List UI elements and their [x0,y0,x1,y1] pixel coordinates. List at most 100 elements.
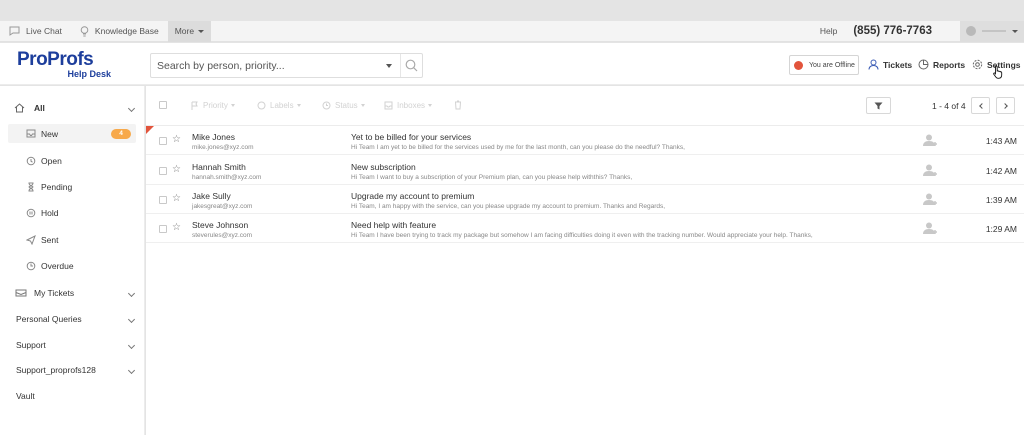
ticket-preview: Hi Team I want to buy a subscription of … [351,174,633,181]
filter-icon [874,102,883,109]
row-checkbox[interactable] [159,167,167,175]
ticket-preview: Hi Team I am yet to be billed for the se… [351,144,685,151]
sidebar-group-label: Support_proprofs128 [16,365,96,375]
tickets-label: Tickets [883,59,913,70]
labels-label: Labels [270,101,294,110]
ticket-subject: Upgrade my account to premium [351,191,475,201]
sidebar-item-new[interactable]: New 4 [8,124,136,143]
reports-label: Reports [933,59,966,70]
ticket-preview: Hi Team I have been trying to track my p… [351,232,813,239]
assign-agent-icon[interactable] [923,193,939,206]
sidebar: All New 4 Open Pending Hold Sent Overdue… [0,86,145,435]
sidebar-group-vault[interactable]: Vault [0,388,145,404]
ticket-row[interactable]: ☆ Steve Johnson steverules@xyz.com Need … [146,214,1024,243]
sidebar-group-support-proprofs128[interactable]: Support_proprofs128 [0,362,145,378]
ticket-time: 1:29 AM [985,224,1017,234]
hourglass-icon [28,182,34,192]
search-dropdown-icon[interactable] [386,63,392,68]
star-icon[interactable]: ☆ [172,193,181,204]
sidebar-group-my-tickets[interactable]: My Tickets [0,285,145,301]
knowledge-base-link[interactable]: Knowledge Base [71,21,168,42]
sidebar-item-open[interactable]: Open [0,153,145,169]
phone-number: (855) 776-7763 [853,25,932,37]
search-icon [405,59,418,72]
sidebar-item-label: Pending [41,182,73,192]
logo[interactable]: ProProfs Help Desk [17,50,117,79]
next-page-button[interactable] [996,97,1015,114]
inbox-icon [384,101,393,110]
reports-link[interactable]: Reports [918,59,965,70]
sidebar-item-all[interactable]: All [0,100,145,116]
help-link[interactable]: Help [820,26,837,36]
star-icon[interactable]: ☆ [172,222,181,233]
select-all-checkbox[interactable] [159,101,167,109]
assign-agent-icon[interactable] [923,164,939,177]
ticket-row[interactable]: ☆ Jake Sully jakesgreat@xyz.com Upgrade … [146,185,1024,214]
sidebar-group-personal-queries[interactable]: Personal Queries [0,311,145,327]
ticket-time: 1:39 AM [985,195,1017,205]
sidebar-item-pending[interactable]: Pending [0,179,145,195]
labels-filter[interactable]: Labels [257,101,301,110]
row-checkbox[interactable] [159,225,167,233]
label-icon [257,101,266,110]
sidebar-item-label: All [34,103,45,113]
app-header: ProProfs Help Desk You are Offline Ticke… [0,43,1024,85]
ticket-list-panel: Priority Labels Status Inboxes 1 - 4 of … [146,86,1024,435]
sidebar-group-support[interactable]: Support [0,337,145,353]
chevron-down-icon[interactable] [127,289,136,297]
chevron-down-icon[interactable] [127,104,136,112]
user-menu[interactable] [960,20,1024,42]
chevron-left-icon [978,102,985,109]
trash-icon[interactable] [454,100,462,110]
live-chat-link[interactable]: Live Chat [0,21,71,42]
ticket-row[interactable]: ☆ Mike Jones mike.jones@xyz.com Yet to b… [146,126,1024,155]
ticket-subject: Need help with feature [351,220,437,230]
star-icon[interactable]: ☆ [172,134,181,145]
search-input[interactable] [157,59,386,72]
sidebar-item-sent[interactable]: Sent [0,232,145,248]
assign-agent-icon[interactable] [923,222,939,235]
status-filter[interactable]: Status [322,101,365,110]
priority-label: Priority [203,101,228,110]
sidebar-item-label: Hold [41,208,59,218]
chevron-down-icon[interactable] [127,341,136,349]
filter-button[interactable] [866,97,891,114]
requester-email: hannah.smith@xyz.com [192,174,262,181]
chevron-down-icon[interactable] [127,315,136,323]
sidebar-item-hold[interactable]: Hold [0,205,145,221]
requester-name: Jake Sully [192,191,231,201]
more-label: More [174,26,195,36]
requester-name: Hannah Smith [192,162,246,172]
agent-status-button[interactable]: You are Offline [789,55,859,75]
sidebar-item-label: Overdue [41,261,74,271]
ticket-preview: Hi Team, I am happy with the service, ca… [351,203,666,210]
ticket-subject: Yet to be billed for your services [351,132,472,142]
pause-icon [26,208,36,218]
search-button[interactable] [400,54,422,77]
logo-main-text: ProProfs [17,49,94,70]
home-icon [14,103,25,113]
star-icon[interactable]: ☆ [172,164,181,175]
priority-filter[interactable]: Priority [191,101,235,110]
status-icon [322,101,331,110]
inboxes-filter[interactable]: Inboxes [384,101,433,110]
requester-name: Steve Johnson [192,220,249,230]
requester-email: steverules@xyz.com [192,232,253,239]
sidebar-group-label: Vault [16,391,35,401]
user-name-placeholder [982,30,1006,32]
row-checkbox[interactable] [159,137,167,145]
sidebar-item-label: Open [41,156,62,166]
sidebar-item-overdue[interactable]: Overdue [0,258,145,274]
ticket-row[interactable]: ☆ Hannah Smith hannah.smith@xyz.com New … [146,156,1024,185]
status-label: You are Offline [809,61,855,69]
pie-chart-icon [918,59,929,70]
tickets-link[interactable]: Tickets [868,59,912,70]
search-bar[interactable] [150,53,423,78]
chevron-down-icon[interactable] [127,366,136,374]
user-icon [868,59,879,70]
row-checkbox[interactable] [159,196,167,204]
prev-page-button[interactable] [971,97,990,114]
more-menu[interactable]: More [167,20,212,42]
assign-agent-icon[interactable] [923,134,939,147]
status-label: Status [335,101,358,110]
